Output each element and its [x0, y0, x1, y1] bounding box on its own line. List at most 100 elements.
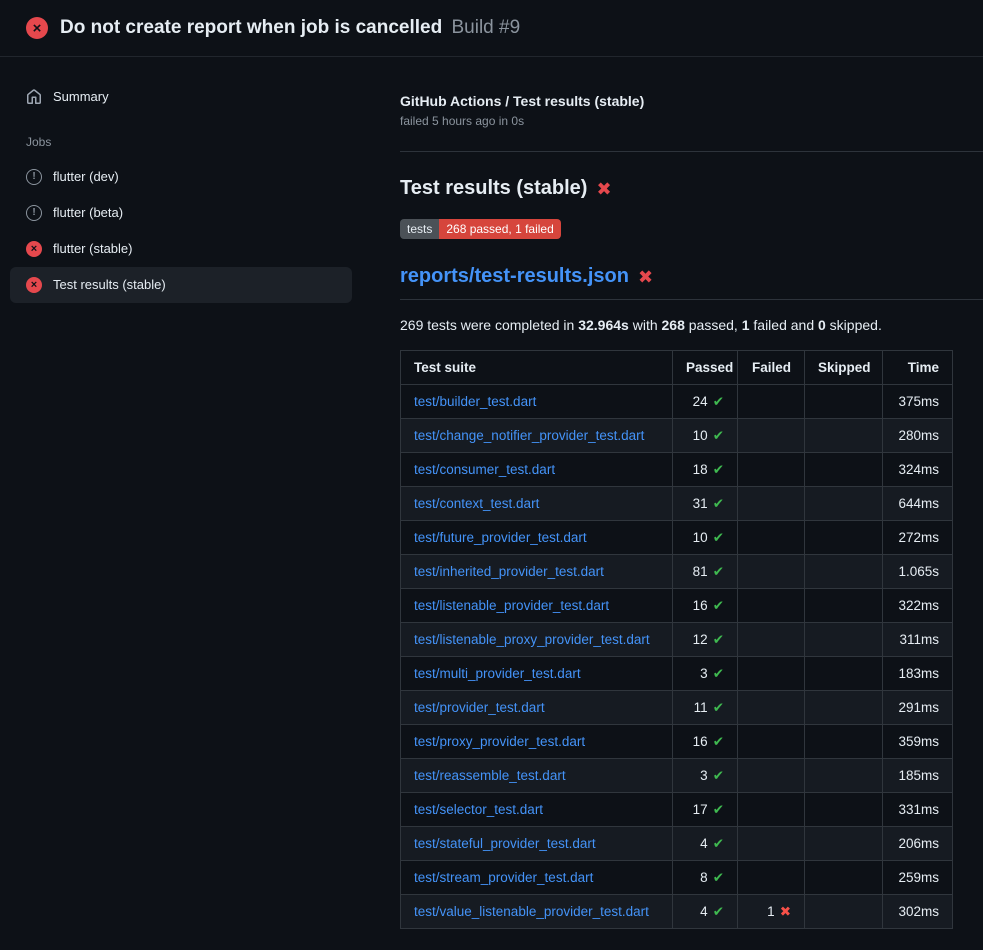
time-cell: 183ms [883, 657, 953, 691]
main-content: GitHub Actions / Test results (stable) f… [384, 57, 983, 929]
section-heading-text: Test results (stable) [400, 177, 587, 200]
count-value: 81 [693, 564, 708, 579]
test-suite-link[interactable]: test/inherited_provider_test.dart [414, 564, 604, 579]
check-icon: ✔ [713, 598, 724, 613]
count-value: 4 [700, 904, 708, 919]
check-icon: ✔ [713, 564, 724, 579]
time-value: 183ms [898, 666, 939, 681]
test-suite-link[interactable]: test/multi_provider_test.dart [414, 666, 581, 681]
skipped-cell [805, 521, 883, 555]
time-cell: 291ms [883, 691, 953, 725]
count-value: 11 [694, 700, 708, 715]
test-suite-link[interactable]: test/stream_provider_test.dart [414, 870, 593, 885]
time-value: 331ms [898, 802, 939, 817]
test-suite-link[interactable]: test/provider_test.dart [414, 700, 545, 715]
check-icon: ✔ [713, 802, 724, 817]
time-cell: 324ms [883, 453, 953, 487]
time-value: 359ms [898, 734, 939, 749]
passed-cell: 16✔ [673, 589, 738, 623]
test-suite-link[interactable]: test/listenable_proxy_provider_test.dart [414, 632, 650, 647]
divider [400, 151, 983, 152]
check-icon: ✔ [713, 700, 724, 715]
table-row: test/builder_test.dart 24✔ 375ms [401, 385, 953, 419]
skipped-cell [805, 623, 883, 657]
skipped-cell [805, 487, 883, 521]
sidebar-item-label: flutter (beta) [53, 205, 123, 221]
test-suite-link[interactable]: test/context_test.dart [414, 496, 539, 511]
skipped-cell [805, 861, 883, 895]
badge-value: 268 passed, 1 failed [439, 219, 560, 239]
failed-cell [738, 657, 805, 691]
check-icon: ✔ [713, 734, 724, 749]
skipped-cell [805, 725, 883, 759]
sidebar-item-flutter-dev[interactable]: ! flutter (dev) [10, 159, 352, 195]
test-suite-link[interactable]: test/proxy_provider_test.dart [414, 734, 585, 749]
test-suite-link[interactable]: test/stateful_provider_test.dart [414, 836, 596, 851]
sidebar-item-summary[interactable]: Summary [10, 79, 352, 115]
passed-cell: 24✔ [673, 385, 738, 419]
check-icon: ✔ [713, 870, 724, 885]
sidebar-item-label: flutter (stable) [53, 241, 132, 257]
test-suite-link[interactable]: test/listenable_provider_test.dart [414, 598, 609, 613]
passed-cell: 8✔ [673, 861, 738, 895]
test-suite-cell: test/future_provider_test.dart [401, 521, 673, 555]
count-value: 8 [700, 870, 708, 885]
table-row: test/reassemble_test.dart3✔185ms [401, 759, 953, 793]
test-suite-link[interactable]: test/selector_test.dart [414, 802, 543, 817]
time-cell: 359ms [883, 725, 953, 759]
page-layout: Summary Jobs ! flutter (dev) ! flutter (… [0, 57, 983, 929]
test-suite-cell: test/listenable_proxy_provider_test.dart [401, 623, 673, 657]
skipped-cell [805, 895, 883, 929]
time-value: 302ms [898, 904, 939, 919]
sidebar-item-flutter-stable[interactable]: × flutter (stable) [10, 231, 352, 267]
test-suite-link[interactable]: test/change_notifier_provider_test.dart [414, 428, 644, 443]
breadcrumb: GitHub Actions / Test results (stable) [400, 93, 952, 109]
time-value: 206ms [898, 836, 939, 851]
sidebar-item-flutter-beta[interactable]: ! flutter (beta) [10, 195, 352, 231]
table-row: test/future_provider_test.dart10✔272ms [401, 521, 953, 555]
time-value: 322ms [898, 598, 939, 613]
skipped-cell [805, 691, 883, 725]
summary-duration: 32.964s [578, 317, 629, 333]
summary-text: 269 tests were completed in [400, 317, 578, 333]
test-suite-link[interactable]: test/reassemble_test.dart [414, 768, 566, 783]
failed-cell: 1✖ [738, 895, 805, 929]
test-suite-cell: test/value_listenable_provider_test.dart [401, 895, 673, 929]
test-suite-link[interactable]: test/builder_test.dart [414, 394, 536, 409]
failed-cell [738, 725, 805, 759]
skipped-cell [805, 589, 883, 623]
passed-cell: 3✔ [673, 657, 738, 691]
passed-cell: 81 ✔ [673, 555, 738, 589]
table-row: test/context_test.dart31✔644ms [401, 487, 953, 521]
sidebar: Summary Jobs ! flutter (dev) ! flutter (… [0, 57, 384, 303]
summary-skipped-count: 0 [818, 317, 826, 333]
time-value: 375ms [898, 394, 939, 409]
passed-cell: 3✔ [673, 759, 738, 793]
table-row: test/proxy_provider_test.dart16✔359ms [401, 725, 953, 759]
test-suite-link[interactable]: test/future_provider_test.dart [414, 530, 587, 545]
failed-cell [738, 759, 805, 793]
report-link[interactable]: reports/test-results.json [400, 265, 629, 288]
col-header-failed: Failed [738, 351, 805, 385]
x-circle-fill-icon: × [26, 241, 42, 257]
sidebar-item-label: Summary [53, 89, 109, 105]
failed-cell [738, 827, 805, 861]
section-heading: Test results (stable) ✖ [400, 177, 952, 200]
test-suite-link[interactable]: test/consumer_test.dart [414, 462, 555, 477]
time-cell: 375ms [883, 385, 953, 419]
test-suite-cell: test/reassemble_test.dart [401, 759, 673, 793]
count-value: 3 [700, 768, 708, 783]
sidebar-item-test-results-stable[interactable]: × Test results (stable) [10, 267, 352, 303]
count-value: 4 [700, 836, 708, 851]
test-suite-cell: test/multi_provider_test.dart [401, 657, 673, 691]
table-row: test/listenable_provider_test.dart 16✔ 322… [401, 589, 953, 623]
test-results-table: Test suite Passed Failed Skipped Time te… [400, 350, 953, 929]
x-icon: ✖ [596, 180, 611, 198]
count-value: 3 [700, 666, 708, 681]
time-cell: 331ms [883, 793, 953, 827]
skipped-cell [805, 453, 883, 487]
summary-text: failed and [750, 317, 819, 333]
sidebar-item-label: Test results (stable) [53, 277, 166, 293]
failed-cell [738, 589, 805, 623]
test-suite-link[interactable]: test/value_listenable_provider_test.dart [414, 904, 649, 919]
